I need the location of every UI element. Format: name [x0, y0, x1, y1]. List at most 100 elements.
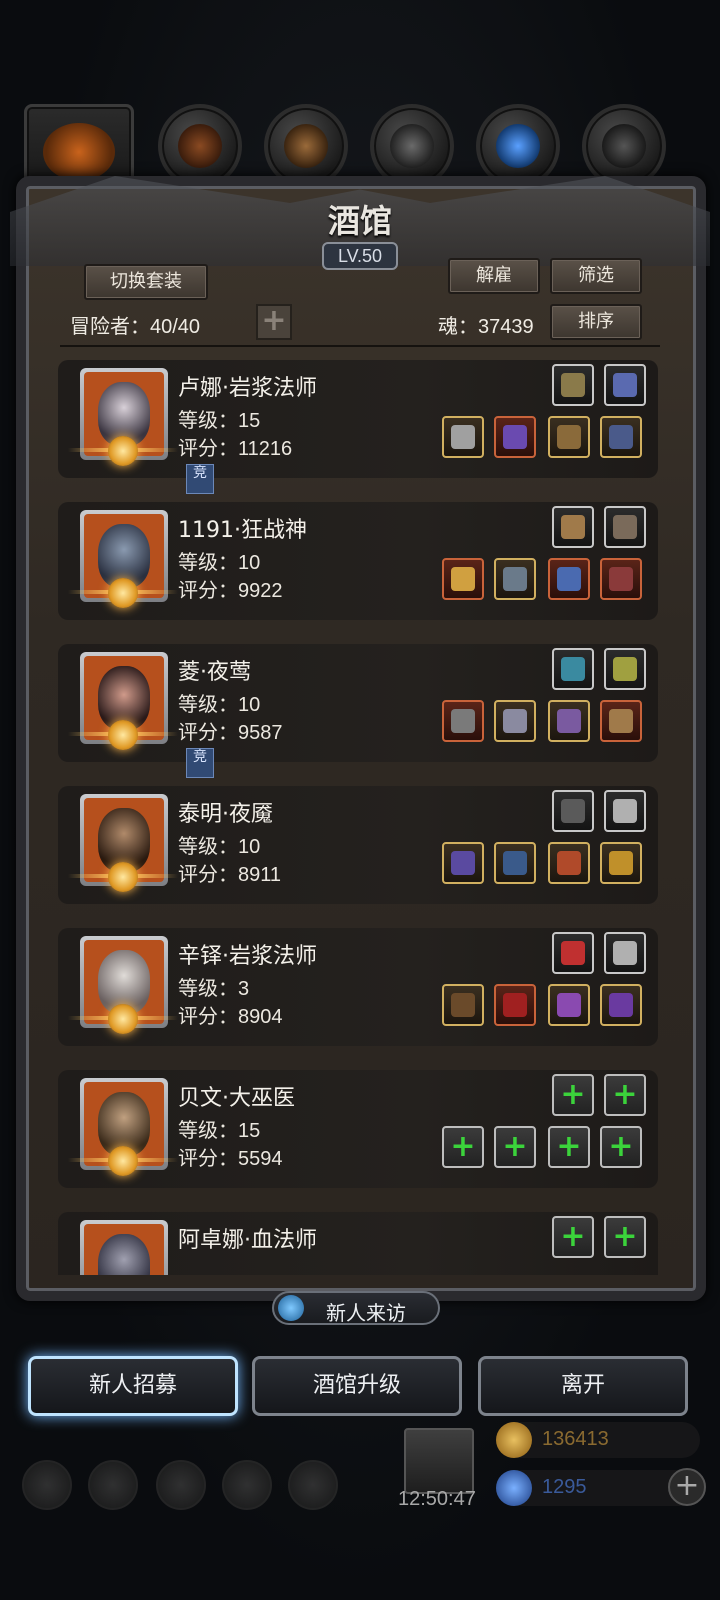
recruit-button[interactable]: 新人招募 — [28, 1356, 238, 1416]
helm-slot[interactable] — [548, 558, 590, 600]
offhand-slot[interactable] — [600, 558, 642, 600]
axe-icon — [451, 567, 475, 591]
rank-badge — [108, 578, 138, 608]
countdown-timer: 12:50:47 — [398, 1488, 476, 1510]
hero-card[interactable]: 菱·夜莺 等级：10 评分：9587 — [58, 644, 658, 762]
pumpkin-icon — [43, 123, 115, 181]
offhand-slot[interactable] — [600, 416, 642, 458]
soul-count: 魂：37439 — [438, 316, 534, 338]
bowl-icon — [561, 515, 585, 539]
filter-button[interactable]: 筛选 — [550, 258, 642, 294]
hero-card[interactable]: 卢娜·岩浆法师 等级：15 评分：11216 — [58, 360, 658, 478]
empty-accessory-slot[interactable]: + — [604, 1074, 646, 1116]
helm-slot[interactable] — [548, 416, 590, 458]
accessory-slot[interactable] — [604, 506, 646, 548]
armor-slot[interactable] — [494, 558, 536, 600]
armor-icon — [503, 567, 527, 591]
tavern-upgrade-button[interactable]: 酒馆升级 — [252, 1356, 462, 1416]
settings-icon[interactable] — [288, 1460, 338, 1510]
bag-icon — [613, 515, 637, 539]
plus-icon: + — [450, 1129, 476, 1164]
star-icon[interactable] — [88, 1460, 138, 1510]
staff-icon — [451, 425, 475, 449]
offhand-slot[interactable] — [600, 700, 642, 742]
weapon-slot[interactable] — [442, 984, 484, 1026]
empty-offhand-slot[interactable]: + — [600, 1126, 642, 1168]
hero-name: 贝文·大巫医 — [178, 1086, 295, 1111]
gift-icon[interactable] — [404, 1428, 474, 1494]
gold-coin-icon — [496, 1422, 532, 1458]
accessory-slot[interactable] — [604, 648, 646, 690]
weapon-slot[interactable] — [442, 416, 484, 458]
weapon-slot[interactable] — [442, 558, 484, 600]
page-title: 酒馆 — [327, 202, 392, 240]
hero-card[interactable]: 泰明·夜魇 等级：10 评分：8911 — [58, 786, 658, 904]
add-slot-button[interactable]: + — [256, 304, 292, 340]
empty-armor-slot[interactable]: + — [494, 1126, 536, 1168]
accessory-slot[interactable] — [604, 790, 646, 832]
avatar — [98, 1234, 150, 1275]
armor-slot[interactable] — [494, 984, 536, 1026]
accessory-slot[interactable] — [552, 506, 594, 548]
empty-accessory-slot[interactable]: + — [552, 1074, 594, 1116]
hero-card[interactable]: 贝文·大巫医 等级：15 评分：5594 + + + + + + — [58, 1070, 658, 1188]
accessory-slot[interactable] — [604, 932, 646, 974]
empty-accessory-slot[interactable]: + — [552, 1216, 594, 1258]
goblet-icon — [613, 941, 637, 965]
offhand-slot[interactable] — [600, 984, 642, 1026]
rank-badge — [108, 720, 138, 750]
staff-icon — [451, 993, 475, 1017]
pouch-icon — [561, 799, 585, 823]
accessory-slot[interactable] — [552, 790, 594, 832]
helm-slot[interactable] — [548, 700, 590, 742]
new-visitor-button[interactable]: 新人来访 — [272, 1291, 440, 1325]
leave-button[interactable]: 离开 — [478, 1356, 688, 1416]
weapon-slot[interactable] — [442, 842, 484, 884]
accessory-slot[interactable] — [552, 932, 594, 974]
switch-outfit-button[interactable]: 切换套装 — [84, 264, 208, 300]
hero-score: 评分：5594 — [178, 1148, 283, 1170]
ring-icon — [609, 851, 633, 875]
helm-slot[interactable] — [548, 842, 590, 884]
hero-list[interactable]: 卢娜·岩浆法师 等级：15 评分：11216 竞 1191·狂战神 等级：10 … — [58, 360, 658, 1275]
helm-slot[interactable] — [548, 984, 590, 1026]
hero-name: 辛铎·岩浆法师 — [178, 944, 317, 969]
hero-card[interactable]: 阿卓娜·血法师 + + — [58, 1212, 658, 1275]
hero-name: 卢娜·岩浆法师 — [178, 376, 317, 401]
robe-icon — [503, 993, 527, 1017]
stone-icon — [613, 799, 637, 823]
add-currency-button[interactable]: + — [668, 1468, 706, 1506]
new-visitor-label: 新人来访 — [326, 1301, 406, 1325]
accessory-slot[interactable] — [604, 364, 646, 406]
crystal-icon — [496, 124, 540, 168]
hero-level: 等级：15 — [178, 1120, 261, 1142]
spark-icon — [557, 993, 581, 1017]
map-icon[interactable] — [156, 1460, 206, 1510]
weapon-slot[interactable] — [442, 700, 484, 742]
offhand-icon — [609, 425, 633, 449]
armor-slot[interactable] — [494, 842, 536, 884]
hero-portrait — [80, 1220, 168, 1275]
accessory-slot[interactable] — [552, 364, 594, 406]
gold-currency: 136413 — [496, 1422, 700, 1458]
hero-card[interactable]: 1191·狂战神 等级：10 评分：9922 — [58, 502, 658, 620]
gem-amount: 1295 — [542, 1476, 587, 1498]
armor-slot[interactable] — [494, 416, 536, 458]
hero-level: 等级：3 — [178, 978, 250, 1000]
accessory-slot[interactable] — [552, 648, 594, 690]
gem-icon — [496, 1470, 532, 1506]
empty-accessory-slot[interactable]: + — [604, 1216, 646, 1258]
hero-card[interactable]: 辛铎·岩浆法师 等级：3 评分：8904 — [58, 928, 658, 1046]
offhand-slot[interactable] — [600, 842, 642, 884]
hero-name: 泰明·夜魇 — [178, 802, 273, 827]
armor-slot[interactable] — [494, 700, 536, 742]
plus-icon: + — [556, 1129, 582, 1164]
mail-icon[interactable] — [222, 1460, 272, 1510]
sort-button[interactable]: 排序 — [550, 304, 642, 340]
lantern-icon — [613, 373, 637, 397]
gloves-icon — [557, 567, 581, 591]
dismiss-button[interactable]: 解雇 — [448, 258, 540, 294]
empty-helm-slot[interactable]: + — [548, 1126, 590, 1168]
menu-icon[interactable] — [22, 1460, 72, 1510]
empty-weapon-slot[interactable]: + — [442, 1126, 484, 1168]
